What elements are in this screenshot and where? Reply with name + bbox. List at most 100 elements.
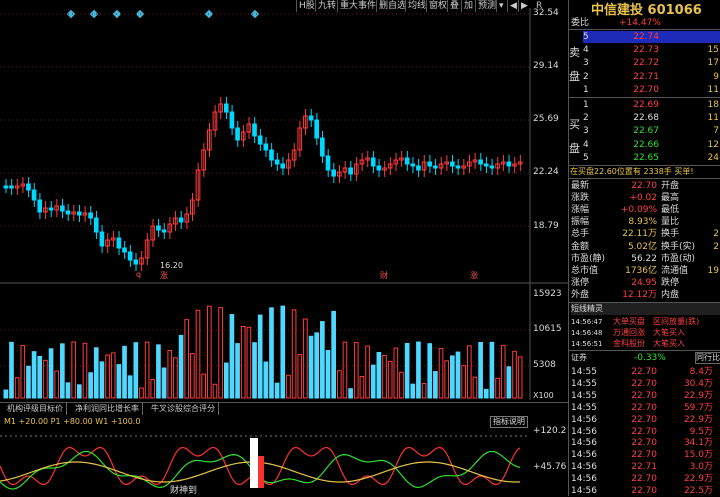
buy-level-row[interactable]: 4 22.66 12	[569, 139, 720, 151]
volume-bar	[206, 305, 212, 399]
tick-row[interactable]: 14:56 22.71 3.0万	[569, 461, 720, 473]
tick-row[interactable]: 14:55 22.70 22.9万	[569, 390, 720, 402]
stat-row[interactable]: 涨跌 +0.02 最高	[569, 192, 720, 204]
buy-level-row[interactable]: 3 22.67 7	[569, 125, 720, 137]
volume-bar	[303, 318, 308, 399]
sector-row[interactable]: 证券 -0.33% 同行比	[569, 352, 720, 364]
stat-label: 换手	[661, 229, 680, 240]
stat-value: 24.95	[631, 277, 657, 288]
sell-level-row[interactable]: 2 22.71 9	[569, 71, 720, 83]
candle-body	[178, 217, 184, 223]
tick-row[interactable]: 14:55 22.70 59.7万	[569, 402, 720, 414]
volume-bar	[314, 332, 320, 399]
tick-time: 14:56	[571, 462, 597, 473]
volume-axis-label: 15923	[533, 289, 562, 299]
tick-row[interactable]: 14:56 22.70 9.5万	[569, 426, 720, 438]
candle-body	[376, 165, 382, 171]
stock-title: 中信建投 601066	[591, 3, 702, 18]
volume-bar	[173, 357, 178, 399]
buy-level-row[interactable]: 2 22.68 11	[569, 112, 720, 124]
buy-volume: 7	[713, 126, 719, 137]
volume-bar	[483, 388, 489, 399]
sell-level-row[interactable]: 3 22.72 17	[569, 57, 720, 69]
indicator-legend: M1 +20.00 P1 +80.00 W1 +100.0	[4, 417, 141, 426]
candle-body	[269, 149, 274, 161]
news-time: 14:56:51	[571, 340, 603, 348]
candle-body	[263, 143, 269, 151]
stat-label: 市盈(动)	[661, 253, 696, 264]
tick-volume: 22.9万	[683, 390, 713, 401]
candle-body	[161, 229, 167, 233]
sell-level-row[interactable]: 4 22.73 15	[569, 44, 720, 56]
stat-label: 金额	[571, 241, 590, 252]
volume-bar	[478, 341, 483, 399]
tick-row[interactable]: 14:56 22.70 22.9万	[569, 414, 720, 426]
stat-row[interactable]: 金额 5.02亿 换手(实) 2	[569, 241, 720, 253]
level-number: 1	[583, 100, 589, 110]
volume-bar	[320, 321, 325, 399]
peer-compare-button[interactable]: 同行比	[695, 352, 720, 364]
tick-row[interactable]: 14:56 22.70 22.5万	[569, 485, 720, 497]
volume-bar	[506, 366, 512, 399]
sell-level-row[interactable]: 5 22.74	[569, 31, 720, 43]
news-header[interactable]: 短线精灵	[571, 303, 720, 315]
news-row[interactable]: 14:56:51 金科股份 大笔买入	[569, 338, 720, 350]
chart-marker[interactable]: 涨	[160, 270, 168, 281]
price-axis-label: 25.69	[533, 114, 559, 124]
volume-bar	[370, 364, 376, 399]
tick-row[interactable]: 14:55 22.70 30.4万	[569, 378, 720, 390]
level-number: 3	[583, 58, 589, 69]
chart-marker[interactable]: 财	[380, 270, 388, 281]
chart-marker[interactable]: q	[136, 270, 141, 279]
stat-row[interactable]: 涨幅 +0.09% 最低	[569, 204, 720, 216]
news-event: 大笔买入	[653, 339, 685, 348]
stat-row[interactable]: 市盈(静) 56.22 市盈(动)	[569, 253, 720, 265]
stat-value: 19	[707, 265, 719, 276]
volume-bar	[201, 373, 206, 399]
indicator-axis-label: +45.76	[533, 462, 567, 472]
candle-body	[506, 161, 512, 167]
sell-level-row[interactable]: 1 22.70 11	[569, 84, 720, 96]
candle-body	[122, 247, 127, 253]
indicator-axis-label: +120.2	[533, 426, 567, 436]
stat-value: 12.12万	[622, 289, 657, 300]
indicator-chart[interactable]	[0, 426, 568, 496]
volume-bar	[252, 342, 257, 399]
tick-volume: 22.5万	[683, 486, 713, 496]
candle-body	[483, 163, 489, 167]
volume-bar	[353, 342, 359, 399]
tick-row[interactable]: 14:56 22.70 22.9万	[569, 473, 720, 485]
buy-level-row[interactable]: 1 22.69 18	[569, 99, 720, 111]
stat-row[interactable]: 涨停 24.95 跌停	[569, 277, 720, 289]
volume-bar	[387, 360, 393, 399]
candlestick-chart[interactable]	[0, 8, 568, 400]
tab-institution-rating[interactable]: 机构评级目标价	[4, 403, 67, 415]
candle-body	[133, 259, 139, 265]
stat-label: 涨幅	[571, 205, 590, 216]
stat-row[interactable]: 外盘 12.12万 内盘	[569, 289, 720, 301]
volume-bar	[421, 382, 427, 399]
weibi-label: 委比	[571, 18, 590, 28]
stat-row[interactable]: 最新 22.70 开盘	[569, 180, 720, 192]
volume-bar	[167, 350, 173, 399]
volume-bar	[195, 309, 201, 399]
stat-label: 内盘	[661, 289, 680, 300]
buy-volume: 11	[707, 113, 719, 124]
buy-level-row[interactable]: 5 22.65 24	[569, 152, 720, 164]
stat-row[interactable]: 总市值 1736亿 流通值 19	[569, 265, 720, 277]
candle-body	[450, 161, 455, 167]
sell-price: 22.72	[633, 58, 659, 69]
stat-row[interactable]: 振幅 8.93% 量比	[569, 216, 720, 228]
tick-row[interactable]: 14:56 22.70 15.0万	[569, 449, 720, 461]
sell-volume: 17	[707, 58, 719, 69]
tick-row[interactable]: 14:55 22.70 8.4万	[569, 366, 720, 378]
volume-bar	[54, 370, 60, 399]
candle-body	[229, 111, 235, 129]
tab-niucha-score[interactable]: 牛叉诊股综合评分	[148, 403, 219, 415]
chart-marker[interactable]: 涨	[470, 270, 478, 281]
stat-row[interactable]: 总手 22.11万 换手 2	[569, 228, 720, 240]
tab-net-profit-growth[interactable]: 净利润同比增长率	[72, 403, 143, 415]
candle-body	[257, 135, 263, 145]
stat-value: 8.93%	[628, 217, 657, 228]
tick-row[interactable]: 14:56 22.70 34.1万	[569, 437, 720, 449]
